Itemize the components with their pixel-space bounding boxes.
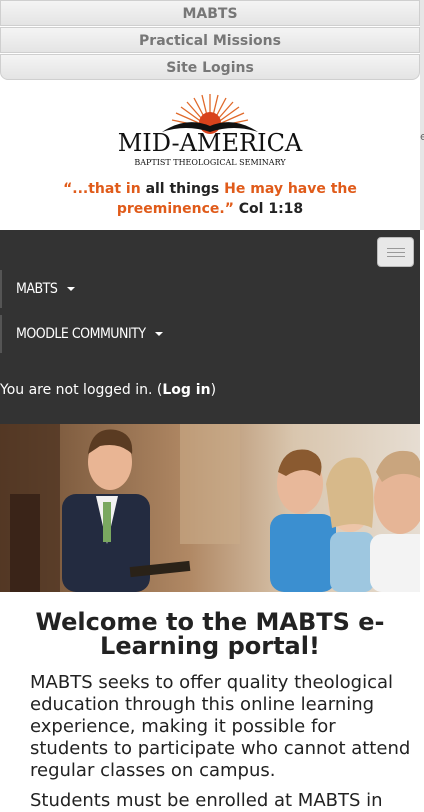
navbar: MABTS Moodle community You are not logge… (0, 230, 420, 424)
scripture-tagline: “...that in all things He may have the p… (10, 179, 410, 219)
top-link-practical-missions[interactable]: Practical Missions (0, 27, 420, 53)
nav-dropdown-moodle-community-label: Moodle community (16, 326, 146, 342)
site-header: MID-AMERICA BAPTIST THEOLOGICAL SEMINARY… (0, 82, 420, 228)
login-link[interactable]: Log in (162, 382, 210, 398)
nav-dropdown-mabts[interactable]: MABTS (0, 270, 180, 308)
top-link-mabts[interactable]: MABTS (0, 0, 420, 26)
logo-subtitle: BAPTIST THEOLOGICAL SEMINARY (134, 158, 286, 167)
page-title: Welcome to the MABTS e-Learning portal! (35, 608, 385, 660)
nav-dropdown-mabts-label: MABTS (16, 281, 58, 297)
tagline-part-1: “...that in (63, 181, 141, 197)
login-info: You are not logged in. (Log in) (0, 382, 216, 398)
hero-photo (0, 424, 420, 592)
login-suffix: ) (210, 382, 217, 398)
nav-dropdown-moodle-community[interactable]: Moodle community (0, 315, 200, 353)
top-links: MABTS Practical Missions Site Logins (0, 0, 420, 81)
top-link-site-logins[interactable]: Site Logins (0, 54, 420, 80)
tagline-part-2: all things (145, 181, 220, 197)
logo-name: MID-AMERICA (118, 129, 303, 157)
caret-down-icon (155, 332, 164, 336)
main-content: Welcome to the MABTS e-Learning portal! … (0, 592, 420, 811)
intro-paragraph-2: Students must be enrolled at MABTS in (30, 790, 383, 811)
clipped-edge-text: e (420, 130, 424, 143)
caret-down-icon (66, 287, 75, 291)
menu-toggle-button[interactable] (377, 237, 414, 267)
seminary-logo[interactable]: MID-AMERICA BAPTIST THEOLOGICAL SEMINARY (100, 90, 320, 170)
intro-paragraph: MABTS seeks to offer quality theological… (30, 672, 411, 781)
page-edge-shadow (420, 0, 424, 230)
login-prefix: You are not logged in. ( (0, 382, 163, 398)
tagline-part-4: Col 1:18 (238, 201, 304, 217)
